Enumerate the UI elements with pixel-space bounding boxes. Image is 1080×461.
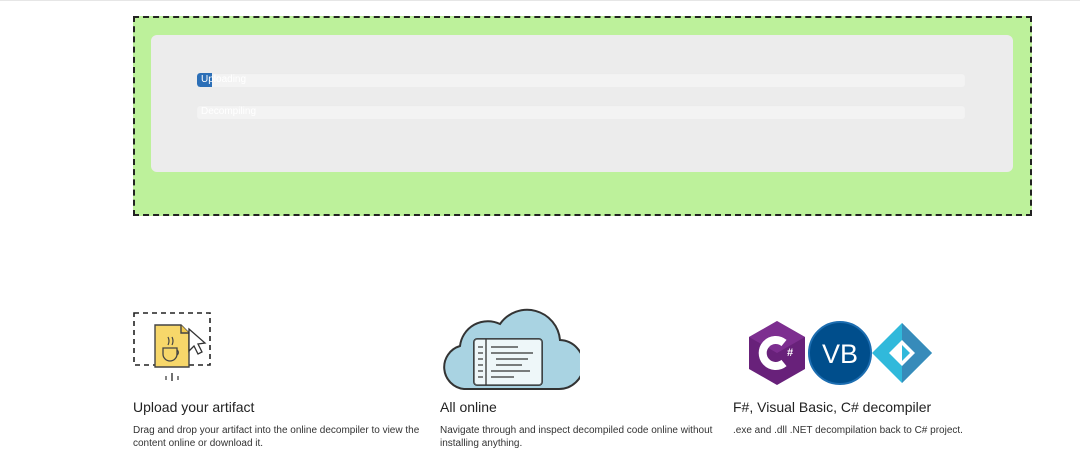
csharp-logo-text: # <box>787 347 793 359</box>
vb-logo-icon: VB <box>808 321 872 385</box>
fsharp-logo-icon <box>872 323 932 383</box>
cloud-code-icon <box>443 308 585 391</box>
upload-jar-icon <box>133 312 211 381</box>
feature-description: Navigate through and inspect decompiled … <box>440 425 713 449</box>
feature-title: F#, Visual Basic, C# decompiler <box>733 399 932 415</box>
dotnet-logos: # VB <box>749 321 932 385</box>
feature-dotnet-decompiler: # VB F#, Visual Basic, C# decompiler .ex… <box>733 305 1023 436</box>
feature-title: Upload your artifact <box>133 399 255 415</box>
csharp-logo-icon: # <box>749 321 805 385</box>
feature-description: Drag and drop your artifact into the onl… <box>133 425 420 449</box>
vb-logo-text: VB <box>822 339 858 369</box>
feature-upload: Upload your artifact Drag and drop your … <box>133 305 423 449</box>
feature-all-online: All online Navigate through and inspect … <box>440 305 730 449</box>
feature-description: .exe and .dll .NET decompilation back to… <box>733 425 963 436</box>
features-section: Upload your artifact Drag and drop your … <box>0 0 1080 461</box>
feature-title: All online <box>440 399 497 415</box>
